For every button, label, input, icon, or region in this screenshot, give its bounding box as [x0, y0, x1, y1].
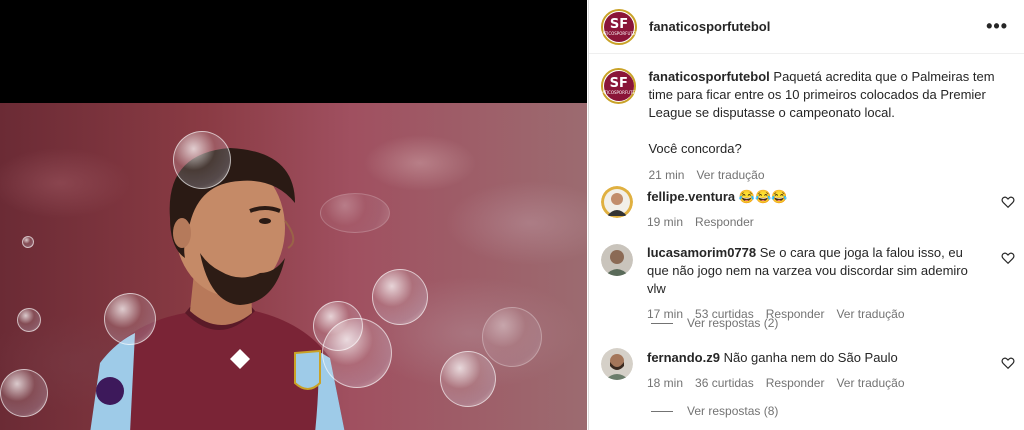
comment-translate-link[interactable]: Ver tradução [836, 307, 904, 321]
comment-meta: 18 min 36 curtidas Responder Ver traduçã… [647, 376, 987, 390]
comment-item: fernando.z9 Não ganha nem do São Paulo 1… [589, 348, 1024, 390]
caption-body: fanaticosporfutebol Paquetá acredita que… [648, 68, 1012, 184]
view-replies-label[interactable]: Ver respostas (8) [687, 404, 778, 418]
comment-item: lucasamorim0778 Se o cara que joga la fa… [589, 244, 1024, 321]
bubble [22, 236, 34, 248]
comment-time: 19 min [647, 215, 684, 229]
commenter-avatar[interactable] [601, 186, 633, 218]
comment-likes[interactable]: 36 curtidas [695, 376, 754, 390]
comment-reply-button[interactable]: Responder [766, 376, 825, 390]
bubble [320, 193, 390, 233]
bubble [0, 369, 48, 417]
heart-icon[interactable] [1001, 195, 1015, 209]
heart-icon[interactable] [1001, 356, 1015, 370]
post-side-panel: SF FANATICOSPORFUTEBOL fanaticosporfuteb… [588, 0, 1024, 430]
bubble [440, 351, 496, 407]
replies-divider [651, 410, 673, 412]
avatar-logo-subtext: FANATICOSPORFUTEBOL [594, 30, 644, 36]
comment-translate-link[interactable]: Ver tradução [836, 376, 904, 390]
account-username[interactable]: fanaticosporfutebol [649, 19, 770, 34]
bubble [482, 307, 542, 367]
post-caption: SF FANATICOSPORFUTEBOL fanaticosporfuteb… [589, 54, 1024, 184]
commenter-avatar[interactable] [601, 244, 633, 276]
bubble [372, 269, 428, 325]
heart-icon[interactable] [1001, 251, 1015, 265]
comment-item: fellipe.ventura 😂😂😂 19 min Responder [589, 186, 1024, 229]
bubble [104, 293, 156, 345]
replies-divider [651, 322, 673, 324]
comment-text: Não ganha nem do São Paulo [723, 350, 898, 365]
caption-translate-link[interactable]: Ver tradução [696, 166, 764, 184]
caption-avatar-logo-subtext: FANATICOSPORFUTEBOL [594, 90, 644, 95]
comment-meta: 19 min Responder [647, 215, 987, 229]
bubble [17, 308, 41, 332]
comment-username[interactable]: fellipe.ventura [647, 189, 735, 204]
view-replies-button[interactable]: Ver respostas (8) [651, 404, 778, 418]
comment-time: 18 min [647, 376, 684, 390]
more-horizontal-icon[interactable]: ••• [982, 16, 1012, 37]
caption-avatar-logo-text: SF [609, 76, 628, 91]
avatar-logo-text: SF [609, 16, 629, 32]
view-replies-label[interactable]: Ver respostas (2) [687, 316, 778, 330]
view-replies-button[interactable]: Ver respostas (2) [651, 316, 778, 330]
account-avatar[interactable]: SF FANATICOSPORFUTEBOL [595, 8, 643, 45]
comment-username[interactable]: fernando.z9 [647, 350, 720, 365]
caption-username[interactable]: fanaticosporfutebol [648, 69, 769, 84]
caption-time: 21 min [648, 168, 685, 182]
comment-text: 😂😂😂 [738, 189, 788, 204]
bubble [322, 318, 392, 388]
bubble [173, 131, 231, 189]
comment-reply-button[interactable]: Responder [695, 215, 754, 229]
comment-username[interactable]: lucasamorim0778 [647, 245, 756, 260]
caption-avatar[interactable]: SF FANATICOSPORFUTEBOL [594, 68, 643, 104]
caption-meta: 21 min Ver tradução [648, 166, 1012, 184]
account-avatar-logo: SF FANATICOSPORFUTEBOL [595, 11, 643, 42]
caption-avatar-logo: SF FANATICOSPORFUTEBOL [594, 71, 643, 101]
post-media[interactable] [0, 0, 587, 430]
post-photo[interactable] [0, 103, 587, 430]
caption-question: Você concorda? [648, 141, 742, 156]
post-header: SF FANATICOSPORFUTEBOL fanaticosporfuteb… [589, 0, 1024, 54]
commenter-avatar[interactable] [601, 348, 633, 380]
